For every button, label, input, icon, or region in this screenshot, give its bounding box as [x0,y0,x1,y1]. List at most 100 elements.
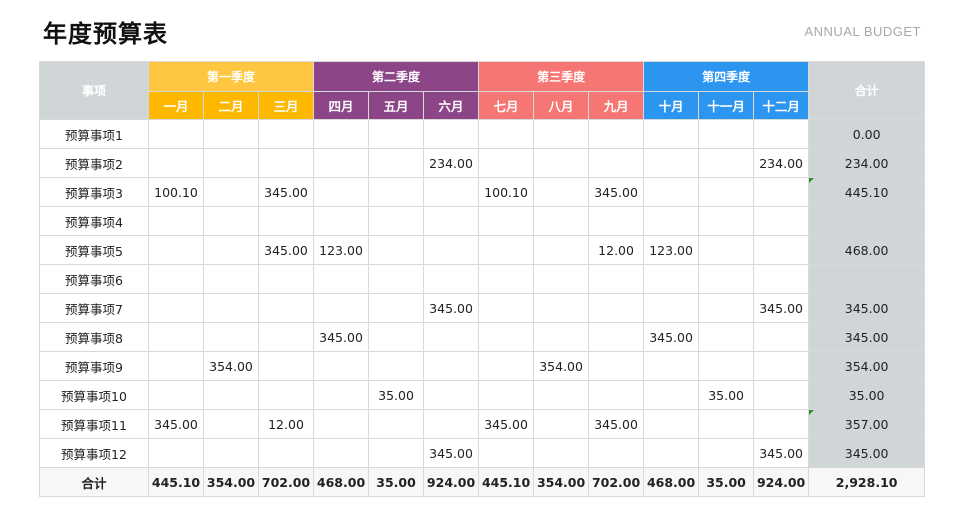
budget-cell[interactable]: 345.00 [148,409,204,439]
budget-cell[interactable] [588,206,645,236]
sum-cell[interactable]: 354.00 [203,467,259,497]
row-total-cell[interactable]: 35.00 [808,380,926,410]
row-total-cell[interactable]: 354.00 [808,351,926,381]
budget-cell[interactable] [148,351,204,381]
budget-cell[interactable] [643,206,700,236]
budget-cell[interactable] [478,380,535,410]
budget-cell[interactable] [643,438,700,468]
budget-cell[interactable] [753,409,810,439]
budget-cell[interactable]: 354.00 [533,351,590,381]
total-column-header[interactable]: 合计 [808,61,926,120]
grand-total-cell[interactable]: 2,928.10 [808,467,926,497]
budget-cell[interactable]: 345.00 [478,409,535,439]
budget-cell[interactable] [643,293,700,323]
budget-cell[interactable]: 100.10 [478,177,535,207]
budget-cell[interactable] [203,322,259,352]
budget-cell[interactable] [753,264,810,294]
budget-cell[interactable] [423,409,480,439]
budget-cell[interactable] [533,322,590,352]
budget-cell[interactable] [423,177,480,207]
budget-cell[interactable] [148,380,204,410]
budget-cell[interactable]: 234.00 [423,148,480,178]
budget-cell[interactable] [257,119,315,149]
budget-cell[interactable]: 345.00 [588,409,645,439]
budget-cell[interactable] [148,119,204,149]
budget-cell[interactable] [423,264,480,294]
budget-cell[interactable] [203,235,259,265]
budget-cell[interactable] [533,438,590,468]
item-name-cell[interactable]: 预算事项1 [39,119,149,149]
budget-cell[interactable] [753,235,810,265]
item-name-cell[interactable]: 预算事项7 [39,293,149,323]
quarter-header-q2[interactable]: 第二季度 [313,61,480,92]
budget-cell[interactable] [753,380,810,410]
budget-cell[interactable] [698,119,755,149]
row-total-cell[interactable]: 445.10 [808,177,926,207]
budget-cell[interactable] [368,293,425,323]
budget-cell[interactable] [478,264,535,294]
budget-cell[interactable] [313,264,370,294]
sum-cell[interactable]: 35.00 [698,467,755,497]
month-header-11[interactable]: 十一月 [698,91,755,120]
budget-cell[interactable] [148,206,204,236]
budget-cell[interactable] [257,148,315,178]
budget-cell[interactable] [588,264,645,294]
budget-cell[interactable] [257,264,315,294]
budget-cell[interactable] [533,119,590,149]
budget-cell[interactable] [588,351,645,381]
item-name-cell[interactable]: 预算事项4 [39,206,149,236]
month-header-4[interactable]: 四月 [313,91,370,120]
budget-cell[interactable] [698,351,755,381]
budget-cell[interactable] [478,235,535,265]
budget-cell[interactable] [368,235,425,265]
item-name-cell[interactable]: 预算事项10 [39,380,149,410]
budget-cell[interactable] [643,177,700,207]
budget-cell[interactable]: 123.00 [643,235,700,265]
budget-cell[interactable] [753,206,810,236]
row-total-cell[interactable]: 234.00 [808,148,926,178]
budget-cell[interactable]: 345.00 [753,438,810,468]
budget-cell[interactable] [257,438,315,468]
budget-cell[interactable] [203,409,259,439]
budget-cell[interactable] [478,148,535,178]
budget-cell[interactable] [698,206,755,236]
budget-cell[interactable]: 12.00 [588,235,645,265]
budget-cell[interactable] [643,119,700,149]
budget-cell[interactable] [698,177,755,207]
item-name-cell[interactable]: 预算事项9 [39,351,149,381]
budget-cell[interactable] [313,293,370,323]
budget-cell[interactable] [203,264,259,294]
sum-cell[interactable]: 702.00 [257,467,315,497]
budget-cell[interactable] [148,264,204,294]
month-header-7[interactable]: 七月 [478,91,535,120]
budget-cell[interactable] [588,148,645,178]
budget-cell[interactable] [698,264,755,294]
budget-cell[interactable]: 123.00 [313,235,370,265]
budget-cell[interactable] [753,322,810,352]
budget-cell[interactable] [423,235,480,265]
item-column-header[interactable]: 事项 [39,61,149,120]
row-total-cell[interactable]: 345.00 [808,438,926,468]
budget-cell[interactable] [203,380,259,410]
budget-cell[interactable] [753,351,810,381]
sum-cell[interactable]: 924.00 [753,467,810,497]
budget-cell[interactable] [313,177,370,207]
row-total-cell[interactable]: 357.00 [808,409,926,439]
budget-cell[interactable] [643,409,700,439]
row-total-cell[interactable]: 0.00 [808,119,926,149]
budget-cell[interactable] [588,438,645,468]
sum-cell[interactable]: 468.00 [313,467,370,497]
month-header-12[interactable]: 十二月 [753,91,810,120]
budget-cell[interactable]: 12.00 [257,409,315,439]
row-total-cell[interactable] [808,206,926,236]
budget-cell[interactable] [368,148,425,178]
budget-cell[interactable] [533,264,590,294]
budget-cell[interactable] [423,206,480,236]
budget-cell[interactable]: 345.00 [753,293,810,323]
budget-cell[interactable] [643,148,700,178]
budget-cell[interactable]: 345.00 [643,322,700,352]
budget-cell[interactable] [478,438,535,468]
budget-cell[interactable] [423,380,480,410]
budget-cell[interactable]: 35.00 [698,380,755,410]
budget-cell[interactable] [423,351,480,381]
